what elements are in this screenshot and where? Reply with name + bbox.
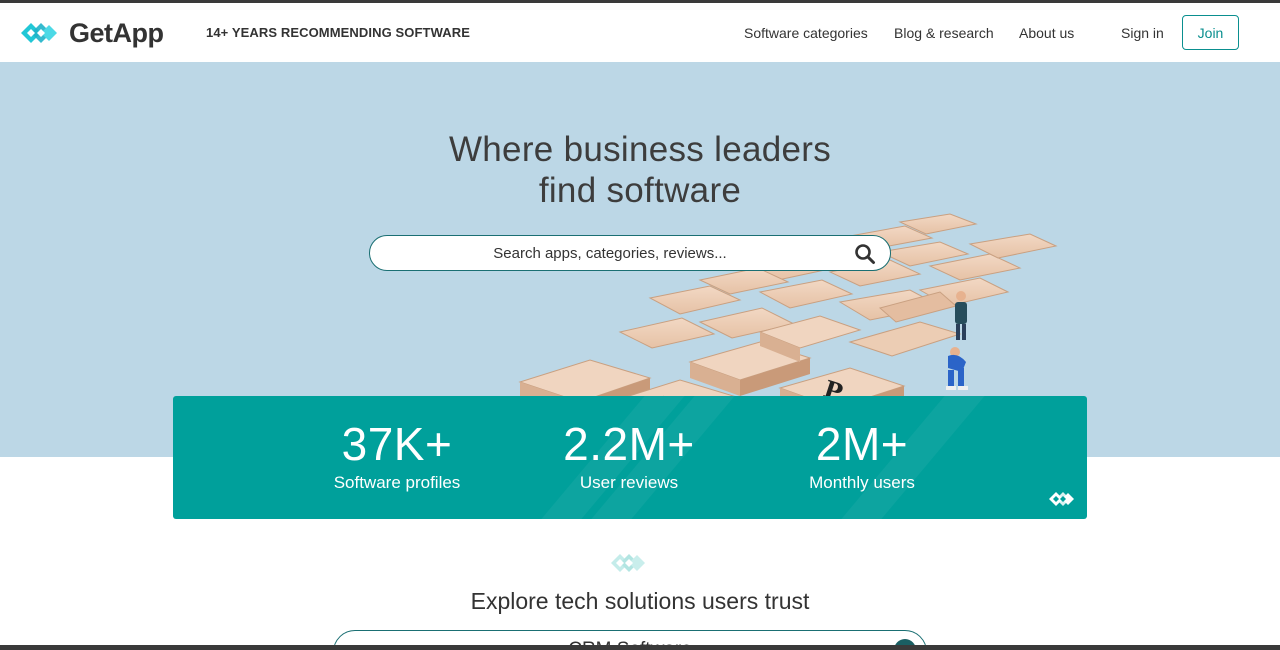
- stat-monthly-users: 2M+ Monthly users: [762, 418, 962, 494]
- stat-value: 2M+: [815, 418, 909, 470]
- getapp-chevrons-icon: [21, 23, 57, 43]
- site-header: GetApp 14+ YEARS RECOMMENDING SOFTWARE S…: [0, 3, 1280, 62]
- nav-software-categories[interactable]: Software categories: [744, 25, 868, 41]
- tagline: 14+ YEARS RECOMMENDING SOFTWARE: [206, 25, 470, 40]
- stat-value: 2.2M+: [563, 418, 695, 470]
- stat-label: User reviews: [579, 473, 679, 492]
- stat-user-reviews: 2.2M+ User reviews: [529, 418, 729, 494]
- stats-banner: 37K+ Software profiles 2.2M+ User review…: [173, 396, 1087, 519]
- getapp-chevrons-icon: [1049, 492, 1074, 506]
- search-icon[interactable]: [854, 243, 876, 265]
- stat-value: 37K+: [341, 418, 453, 470]
- join-button[interactable]: Join: [1182, 15, 1239, 50]
- sign-in-link[interactable]: Sign in: [1121, 25, 1164, 41]
- hero-search-input[interactable]: [390, 236, 830, 270]
- nav-about-us[interactable]: About us: [1019, 25, 1074, 41]
- stat-software-profiles: 37K+ Software profiles: [297, 418, 497, 494]
- explore-title: Explore tech solutions users trust: [470, 588, 810, 614]
- hero-title-line1: Where business leaders: [448, 130, 832, 169]
- logo-wordmark: GetApp: [69, 17, 164, 48]
- getapp-logo[interactable]: GetApp: [21, 16, 164, 50]
- stat-label: Monthly users: [809, 473, 915, 492]
- stat-label: Software profiles: [333, 473, 461, 492]
- nav-blog-research[interactable]: Blog & research: [894, 25, 994, 41]
- window-bottom-border: [0, 645, 1280, 650]
- hero-search-box[interactable]: [369, 235, 891, 271]
- getapp-chevrons-icon: [611, 554, 645, 572]
